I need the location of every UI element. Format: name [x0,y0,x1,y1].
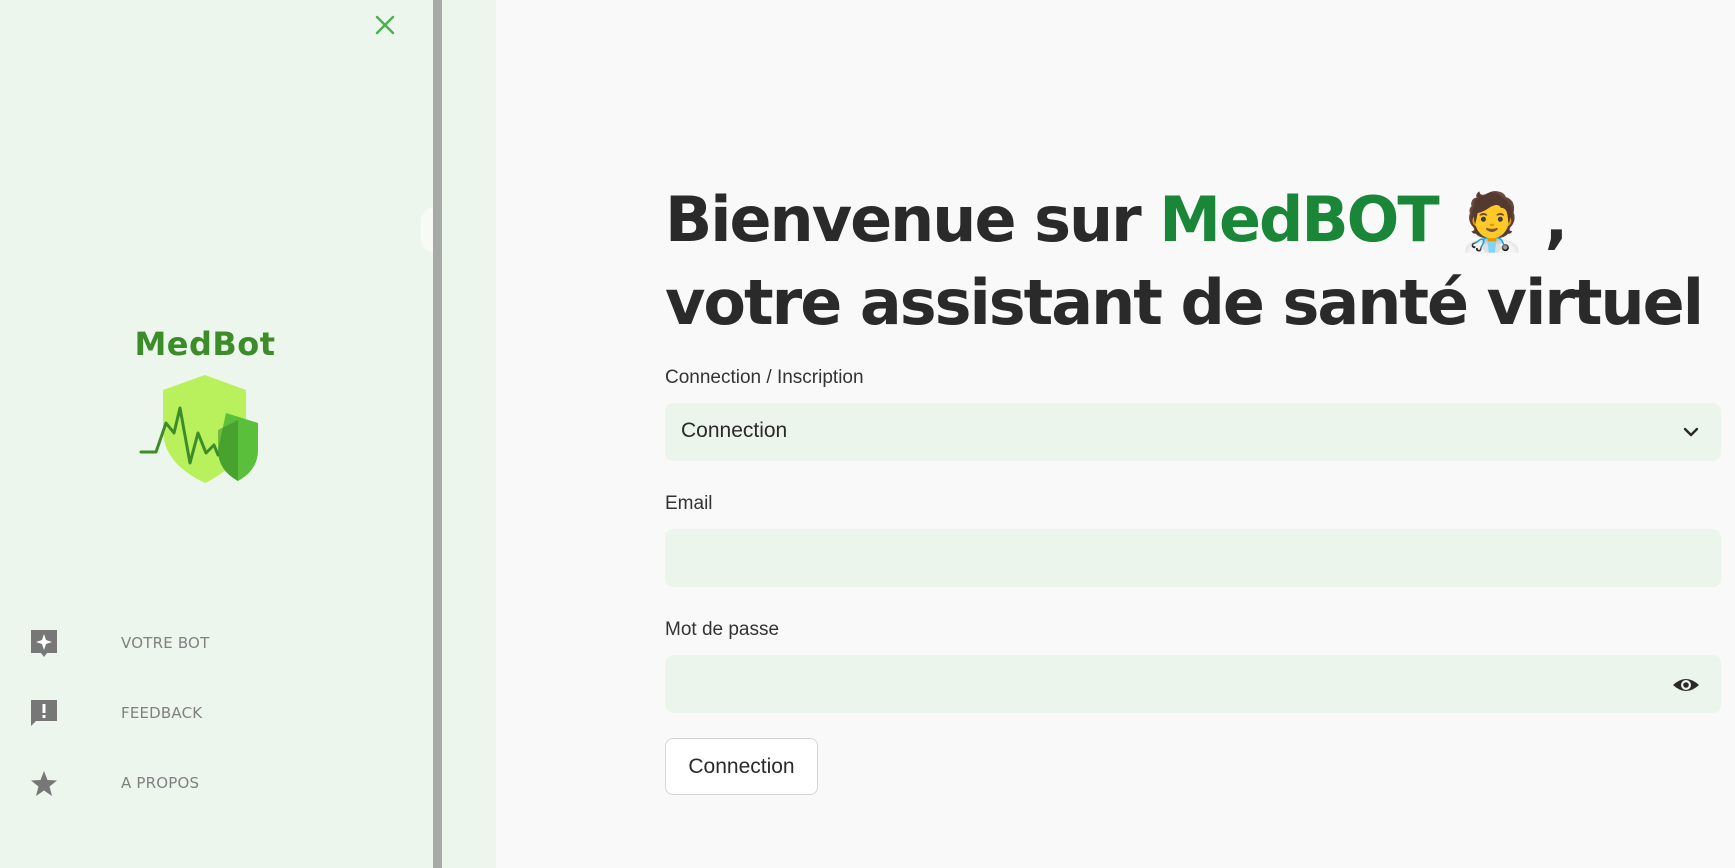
show-password-eye-icon[interactable] [1671,670,1701,700]
shield-heartbeat-icon [139,375,258,483]
close-sidebar-button[interactable] [372,12,398,38]
email-field[interactable] [665,529,1721,587]
close-icon [375,15,395,35]
sidebar-item-label: VOTRE BOT [121,634,210,652]
logo-text: MedBot [134,325,276,363]
sidebar-collapse-handle[interactable] [421,208,433,252]
password-label: Mot de passe [665,619,780,640]
medbot-logo: MedBot [130,325,280,485]
chevron-down-icon [1683,427,1699,437]
page-title: Bienvenue sur MedBOT 🧑‍⚕️ , votre assist… [665,180,1725,343]
sidebar-item-feedback[interactable]: FEEDBACK [0,687,433,737]
mode-select[interactable]: Connection [665,403,1721,461]
sidebar: MedBot VOTRE BOT FEEDBACK A PROPOS [0,0,433,868]
mode-label: Connection / Inscription [665,367,864,388]
password-field[interactable] [665,655,1651,713]
sidebar-item-votre-bot[interactable]: VOTRE BOT [0,617,433,667]
sidebar-item-label: A PROPOS [121,774,200,792]
sidebar-divider [433,0,442,868]
title-prefix: Bienvenue sur [665,183,1160,256]
mode-selected-value: Connection [681,419,788,442]
sidebar-item-label: FEEDBACK [121,704,203,722]
email-field-wrapper [665,529,1721,587]
email-label: Email [665,493,713,514]
sparkle-chat-icon [31,630,57,657]
doctor-emoji: 🧑‍⚕️ [1457,190,1527,255]
password-field-wrapper [665,655,1721,713]
title-brand: MedBOT [1159,183,1439,256]
feedback-alert-icon [31,700,57,726]
sidebar-gutter [442,0,496,868]
connection-button[interactable]: Connection [665,738,818,795]
sidebar-item-a-propos[interactable]: A PROPOS [0,757,433,807]
star-icon [31,771,57,796]
